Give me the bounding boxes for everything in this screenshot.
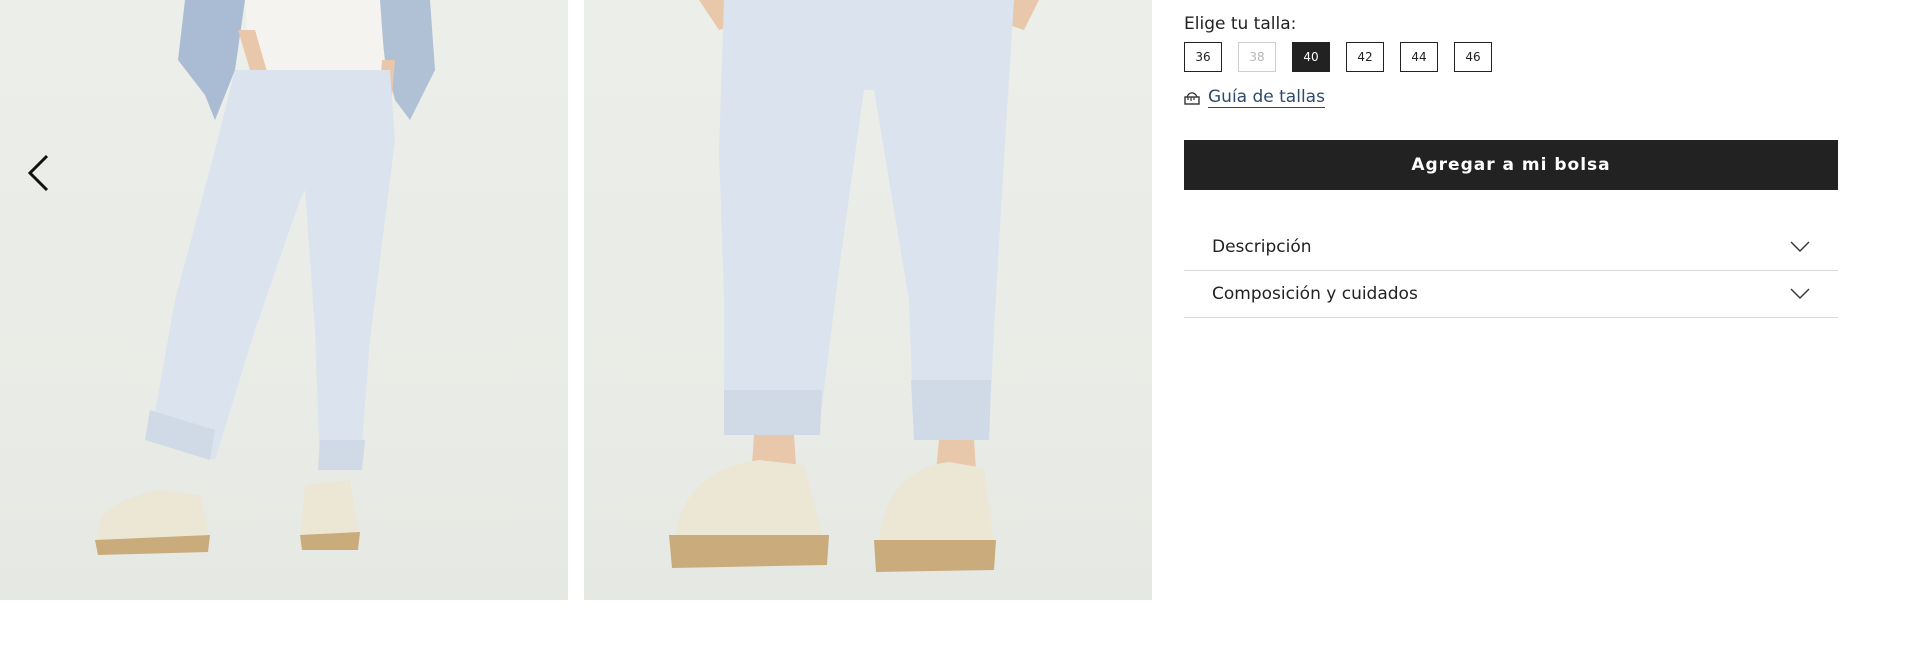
ruler-icon [1184,91,1200,105]
accordion-description[interactable]: Descripción [1184,224,1838,271]
model-photo [95,0,435,555]
gallery-prev-button[interactable] [18,150,58,196]
size-option-44[interactable]: 44 [1400,42,1438,72]
accordion-composition-care[interactable]: Composición y cuidados [1184,271,1838,318]
size-prompt: Elige tu talla: [1184,14,1297,34]
chevron-left-icon [27,154,49,192]
accordion-label: Descripción [1212,237,1312,257]
size-guide-label: Guía de tallas [1208,87,1325,108]
chevron-down-icon [1790,241,1810,252]
size-option-46[interactable]: 46 [1454,42,1492,72]
size-guide-link[interactable]: Guía de tallas [1184,87,1325,108]
size-option-38[interactable]: 38 [1238,42,1276,72]
product-image-2[interactable] [584,0,1152,600]
size-option-36[interactable]: 36 [1184,42,1222,72]
product-accordion: Descripción Composición y cuidados [1184,224,1838,318]
product-gallery [0,0,1152,600]
accordion-label: Composición y cuidados [1212,284,1418,304]
product-image-1[interactable] [0,0,568,600]
size-option-42[interactable]: 42 [1346,42,1384,72]
size-option-40[interactable]: 40 [1292,42,1330,72]
pants-closeup-photo [669,0,1039,572]
chevron-down-icon [1790,288,1810,299]
size-selector: 36 38 40 42 44 46 [1184,42,1492,72]
add-to-bag-button[interactable]: Agregar a mi bolsa [1184,140,1838,190]
